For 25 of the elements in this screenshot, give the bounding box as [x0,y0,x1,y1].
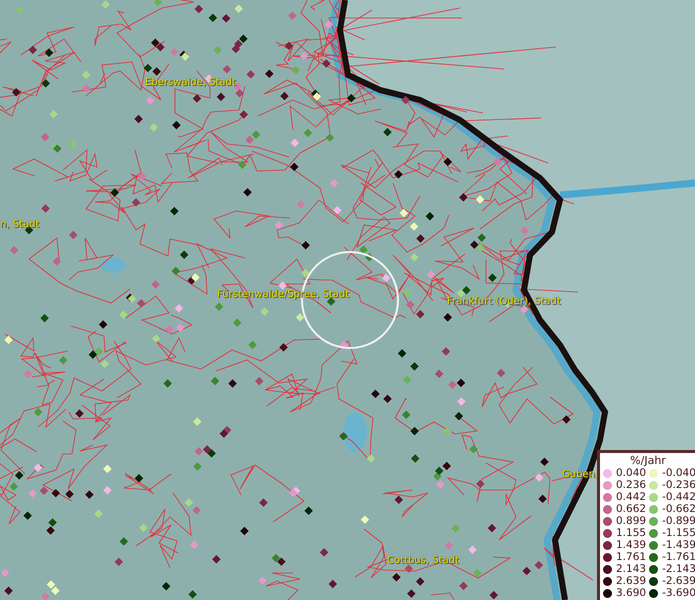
legend-title: %/Jahr [629,454,667,467]
legend-value: -1.155 [662,527,695,539]
legend-value: 0.442 [616,491,646,503]
legend-value: -0.442 [662,491,695,503]
legend-value: -0.040 [662,467,695,479]
legend-value: 0.899 [616,515,646,527]
legend-value: 1.761 [616,551,646,563]
legend-value: 2.639 [616,575,646,587]
legend-value: 1.439 [616,539,646,551]
legend-value: -1.761 [662,551,695,563]
legend-value: 0.040 [616,467,646,479]
legend-value: -2.639 [662,575,695,587]
legend-value: 1.155 [616,527,646,539]
place-label: n, Stadt [0,219,40,230]
legend-value: 2.143 [616,563,646,575]
legend-value: -0.662 [662,503,695,515]
legend-value: 0.662 [616,503,646,515]
legend-value: -3.690 [662,587,695,599]
legend-value: -0.899 [662,515,695,527]
legend-value: 3.690 [616,587,646,599]
legend-value: 0.236 [616,479,646,491]
legend-value: -1.439 [662,539,695,551]
legend-value: -0.236 [662,479,695,491]
legend-value: -2.143 [662,563,695,575]
place-label: Cottbus, Stadt [387,555,459,566]
